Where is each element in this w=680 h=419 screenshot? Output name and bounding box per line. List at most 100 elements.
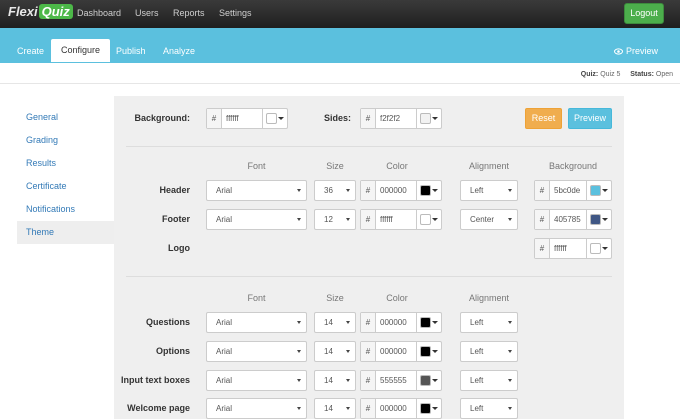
- caret-down-icon: [297, 218, 301, 221]
- questions-font-select[interactable]: Arial: [206, 312, 307, 333]
- status-label: Status:: [630, 71, 654, 78]
- header-size-select[interactable]: 36: [314, 180, 356, 201]
- caret-down-icon: [346, 218, 350, 221]
- footer-font-select[interactable]: Arial: [206, 209, 307, 230]
- welcome-page-color-picker[interactable]: # 000000: [360, 398, 442, 419]
- color-swatch: [420, 317, 431, 328]
- header-alignment-select[interactable]: Left: [460, 180, 518, 201]
- header-background-picker[interactable]: # 5bc0de: [534, 180, 612, 201]
- color-dropdown[interactable]: [416, 342, 441, 361]
- sides-color-value[interactable]: f2f2f2: [380, 109, 400, 128]
- sidebar-item-results[interactable]: Results: [17, 152, 114, 175]
- select-value: Arial: [216, 376, 233, 385]
- color-dropdown[interactable]: [416, 371, 441, 390]
- nav-reports[interactable]: Reports: [173, 8, 205, 18]
- input-text-boxes-color-picker[interactable]: # 555555: [360, 370, 442, 391]
- caret-down-icon: [432, 407, 438, 410]
- welcome-page-color-value[interactable]: 000000: [380, 399, 407, 418]
- nav-dashboard[interactable]: Dashboard: [77, 8, 121, 18]
- options-color-value[interactable]: 000000: [380, 342, 407, 361]
- sidebar-item-certificate[interactable]: Certificate: [17, 175, 114, 198]
- color-dropdown[interactable]: [416, 210, 441, 229]
- header-font-select[interactable]: Arial: [206, 180, 307, 201]
- welcome-page-size-select[interactable]: 14: [314, 398, 356, 419]
- options-alignment-select[interactable]: Left: [460, 341, 518, 362]
- footer-color-value[interactable]: ffffff: [380, 210, 393, 229]
- caret-down-icon: [278, 117, 284, 120]
- hash-addon: #: [361, 210, 376, 229]
- footer-alignment-select[interactable]: Center: [460, 209, 518, 230]
- eye-icon: [614, 48, 624, 55]
- tab-analyze[interactable]: Analyze: [154, 40, 204, 63]
- input-text-boxes-font-select[interactable]: Arial: [206, 370, 307, 391]
- caret-down-icon: [432, 189, 438, 192]
- input-text-boxes-alignment-select[interactable]: Left: [460, 370, 518, 391]
- select-value: Left: [470, 347, 484, 356]
- divider: [0, 83, 680, 84]
- tab-create[interactable]: Create: [8, 40, 53, 63]
- input-text-boxes-label: Input text boxes: [120, 375, 190, 385]
- preview-button[interactable]: Preview: [568, 108, 612, 129]
- background-label: Background:: [134, 113, 190, 123]
- caret-down-icon: [346, 350, 350, 353]
- color-dropdown[interactable]: [586, 239, 611, 258]
- logo-background-value[interactable]: ffffff: [554, 239, 567, 258]
- sides-color-picker[interactable]: # f2f2f2: [360, 108, 442, 129]
- header-background-value[interactable]: 5bc0de: [554, 181, 580, 200]
- preview-link[interactable]: Preview: [614, 46, 658, 56]
- caret-down-icon: [508, 321, 512, 324]
- questions-color-value[interactable]: 000000: [380, 313, 407, 332]
- options-size-select[interactable]: 14: [314, 341, 356, 362]
- sidebar-item-general[interactable]: General: [17, 106, 114, 129]
- tab-configure[interactable]: Configure: [51, 39, 111, 62]
- configure-sidebar: General Grading Results Certificate Noti…: [17, 106, 114, 244]
- reset-button[interactable]: Reset: [525, 108, 562, 129]
- color-dropdown[interactable]: [416, 399, 441, 418]
- hash-addon: #: [361, 109, 376, 128]
- sidebar-item-grading[interactable]: Grading: [17, 129, 114, 152]
- color-dropdown[interactable]: [416, 109, 441, 128]
- caret-down-icon: [297, 189, 301, 192]
- footer-background-value[interactable]: 405785: [554, 210, 581, 229]
- questions-size-select[interactable]: 14: [314, 312, 356, 333]
- select-value: Left: [470, 376, 484, 385]
- welcome-page-alignment-select[interactable]: Left: [460, 398, 518, 419]
- options-color-picker[interactable]: # 000000: [360, 341, 442, 362]
- nav-settings[interactable]: Settings: [219, 8, 252, 18]
- caret-down-icon: [432, 117, 438, 120]
- footer-background-picker[interactable]: # 405785: [534, 209, 612, 230]
- sidebar-item-theme[interactable]: Theme: [17, 221, 114, 244]
- color-dropdown[interactable]: [586, 181, 611, 200]
- header-color-picker[interactable]: # 000000: [360, 180, 442, 201]
- tab-publish[interactable]: Publish: [107, 40, 155, 63]
- col-color: Color: [386, 293, 408, 303]
- quiz-status-line: Quiz: Quiz 5 Status: Open: [581, 71, 673, 78]
- color-dropdown[interactable]: [416, 313, 441, 332]
- options-font-select[interactable]: Arial: [206, 341, 307, 362]
- select-value: Center: [470, 215, 495, 224]
- header-color-value[interactable]: 000000: [380, 181, 407, 200]
- nav-users[interactable]: Users: [135, 8, 159, 18]
- color-dropdown[interactable]: [262, 109, 287, 128]
- welcome-page-font-select[interactable]: Arial: [206, 398, 307, 419]
- welcome-page-label: Welcome page: [127, 403, 190, 413]
- footer-size-select[interactable]: 12: [314, 209, 356, 230]
- logo-label: Logo: [168, 243, 190, 253]
- input-text-boxes-size-select[interactable]: 14: [314, 370, 356, 391]
- background-color-value[interactable]: ffffff: [226, 109, 239, 128]
- logout-button[interactable]: Logout: [624, 3, 664, 24]
- color-dropdown[interactable]: [416, 181, 441, 200]
- input-text-boxes-color-value[interactable]: 555555: [380, 371, 407, 390]
- caret-down-icon: [508, 350, 512, 353]
- select-value: 14: [324, 347, 333, 356]
- questions-color-picker[interactable]: # 000000: [360, 312, 442, 333]
- app-logo[interactable]: Flexi Quiz: [8, 4, 73, 19]
- logo-background-picker[interactable]: # ffffff: [534, 238, 612, 259]
- background-color-picker[interactable]: # ffffff: [206, 108, 288, 129]
- color-dropdown[interactable]: [586, 210, 611, 229]
- footer-color-picker[interactable]: # ffffff: [360, 209, 442, 230]
- sidebar-item-notifications[interactable]: Notifications: [17, 198, 114, 221]
- hash-addon: #: [361, 399, 376, 418]
- caret-down-icon: [432, 379, 438, 382]
- questions-alignment-select[interactable]: Left: [460, 312, 518, 333]
